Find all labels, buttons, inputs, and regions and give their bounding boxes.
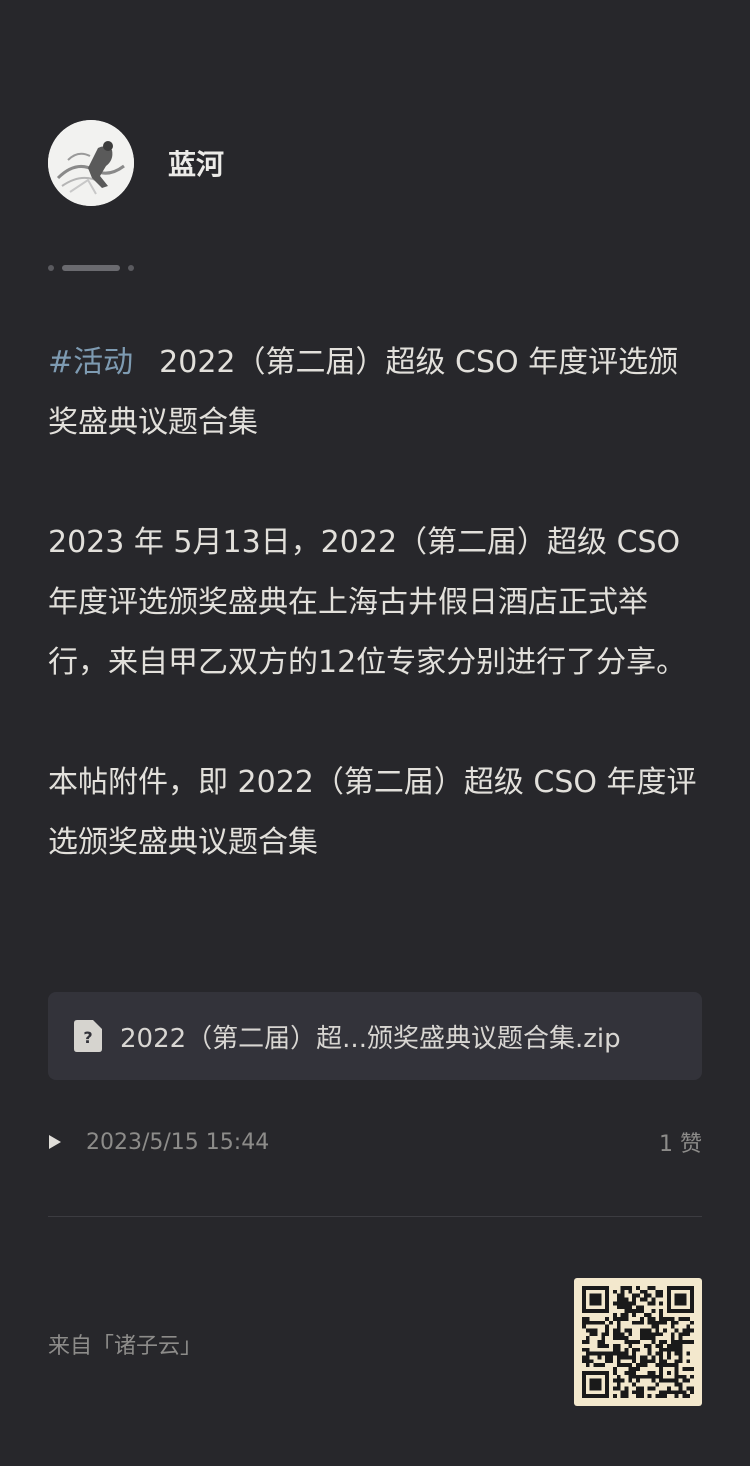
- post-page: 蓝河 #活动 2022（第二届）超级 CSO 年度评选颁奖盛典议题合集 2023 …: [0, 0, 750, 1466]
- divider-dots: [48, 265, 134, 271]
- post-paragraph: 本帖附件，即 2022（第二届）超级 CSO 年度评选颁奖盛典议题合集: [48, 765, 697, 860]
- hashtag-link[interactable]: #活动: [48, 345, 133, 380]
- post-body: #活动 2022（第二届）超级 CSO 年度评选颁奖盛典议题合集 2023 年 5…: [48, 333, 704, 873]
- avatar[interactable]: [48, 120, 134, 206]
- divider: [48, 1216, 702, 1217]
- source-label: 来自「诸子云」: [48, 1334, 203, 1359]
- post-title-text: 2022（第二届）超级 CSO 年度评选颁奖盛典议题合集: [48, 345, 679, 440]
- qr-code[interactable]: [574, 1278, 702, 1406]
- file-unknown-icon: ?: [74, 1020, 102, 1052]
- author-name[interactable]: 蓝河: [168, 143, 224, 183]
- play-icon[interactable]: [48, 1134, 62, 1150]
- avatar-image: [48, 120, 134, 206]
- timestamp: 2023/5/15 15:44: [86, 1129, 270, 1155]
- post-meta: 2023/5/15 15:44 1 赞: [48, 1122, 702, 1162]
- author-header: 蓝河: [48, 120, 224, 206]
- attachment-card[interactable]: ? 2022（第二届）超...颁奖盛典议题合集.zip: [48, 992, 702, 1080]
- post-paragraph: 2023 年 5月13日，2022（第二届）超级 CSO 年度评选颁奖盛典在上海…: [48, 525, 687, 680]
- attachment-filename: 2022（第二届）超...颁奖盛典议题合集.zip: [120, 1023, 621, 1054]
- post-title: #活动 2022（第二届）超级 CSO 年度评选颁奖盛典议题合集: [48, 333, 704, 453]
- qr-code-image: [582, 1286, 694, 1398]
- svg-text:?: ?: [83, 1028, 92, 1047]
- like-count[interactable]: 1 赞: [659, 1126, 702, 1158]
